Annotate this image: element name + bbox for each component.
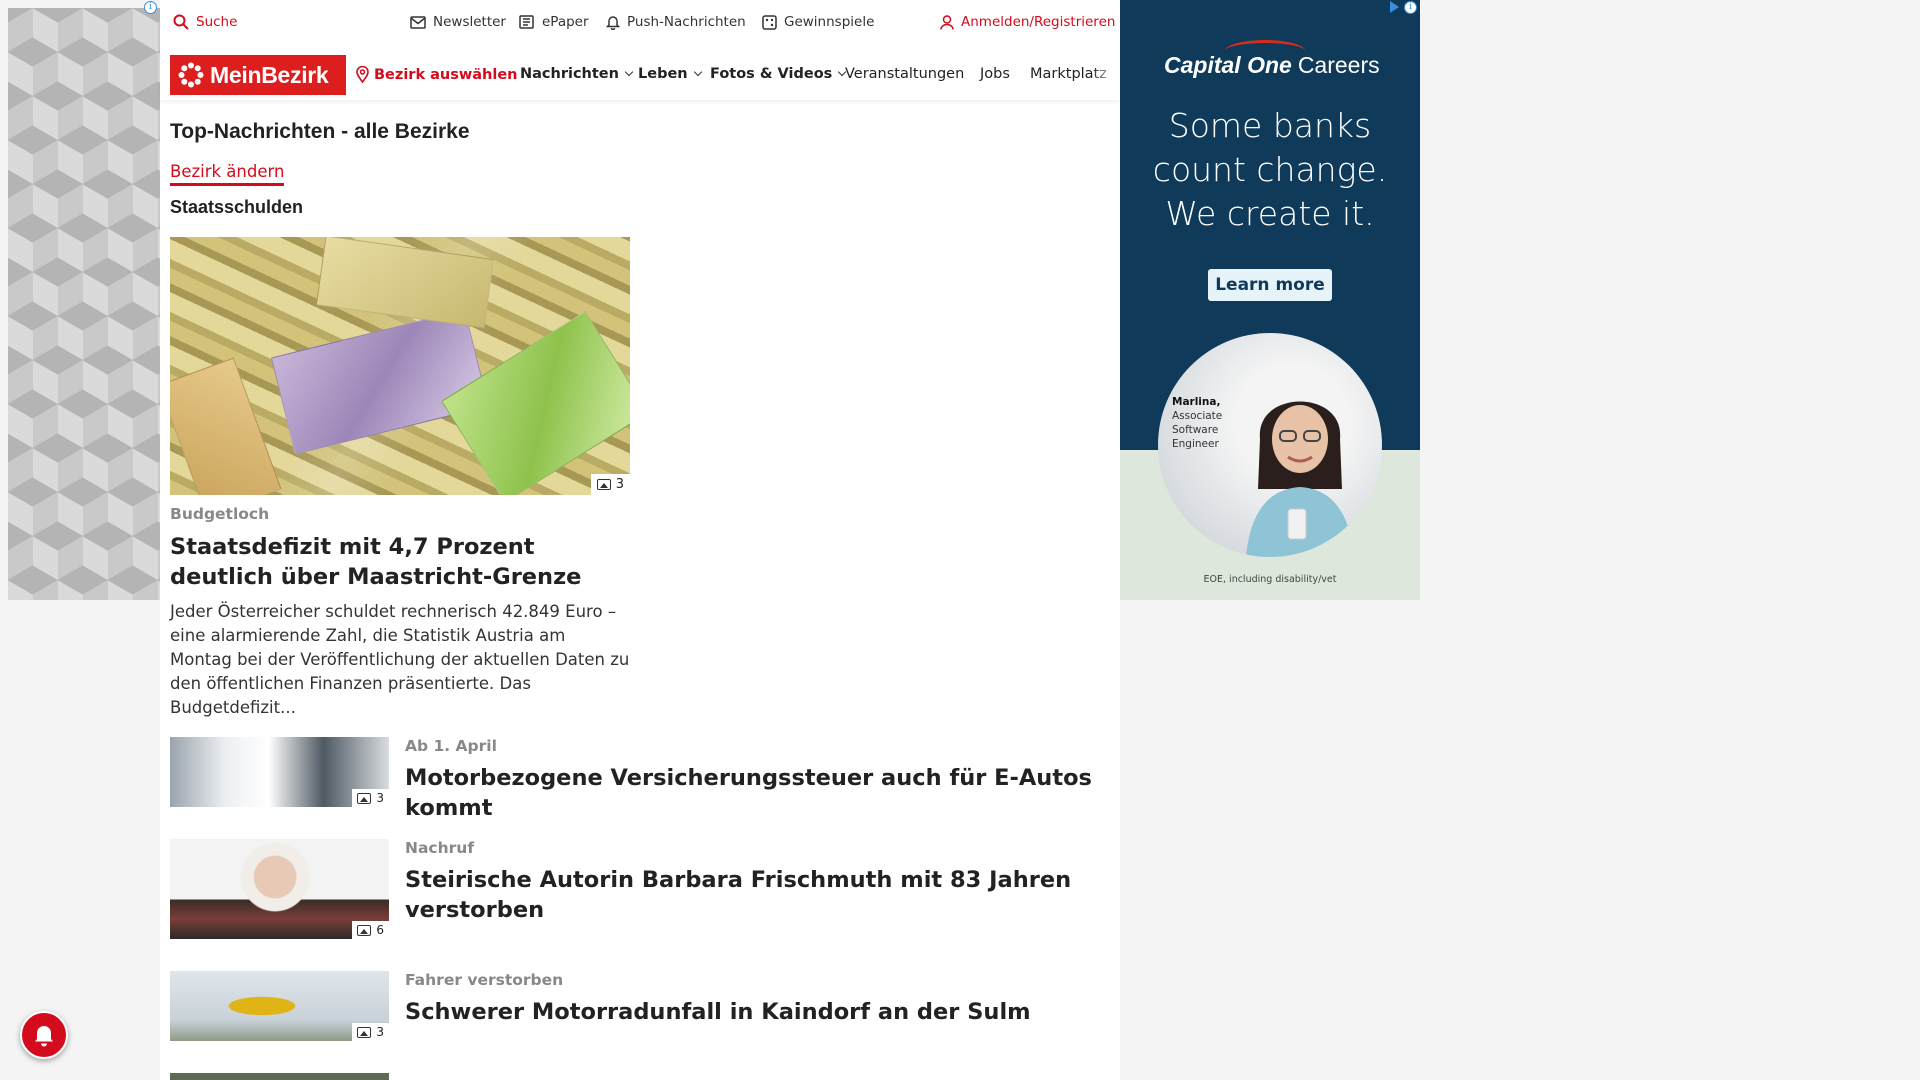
- list-item[interactable]: [170, 1073, 1110, 1080]
- search-label: Suche: [196, 14, 238, 30]
- brand-suffix: Careers: [1297, 52, 1380, 78]
- login-link[interactable]: Anmelden/Registrieren: [940, 14, 1115, 30]
- person-illustration: [1245, 401, 1355, 557]
- nav-events-label: Veranstaltungen: [845, 66, 965, 82]
- image-count-badge: 3: [590, 474, 630, 495]
- top-utility-bar: Suche Newsletter ePaper Push-Nachrichten…: [160, 0, 1120, 46]
- slogan-line: We create it.: [1165, 194, 1375, 233]
- learn-more-button[interactable]: Learn more: [1208, 269, 1332, 301]
- image-count: 6: [376, 923, 384, 937]
- login-label: Anmelden/Registrieren: [961, 14, 1116, 30]
- article-kicker: Ab 1. April: [405, 737, 497, 755]
- gallery-icon: [357, 1026, 372, 1038]
- push-notification-button[interactable]: [20, 1011, 68, 1059]
- user-icon: [940, 14, 954, 30]
- banknote-image: [315, 237, 495, 329]
- article-kicker: Nachruf: [405, 839, 475, 857]
- employee-name: Marlina,: [1172, 396, 1221, 408]
- raffles-label: Gewinnspiele: [784, 14, 875, 30]
- choose-district-button[interactable]: Bezirk auswählen: [356, 66, 518, 83]
- hero-kicker: Budgetloch: [170, 505, 270, 523]
- image-count: 3: [376, 1025, 384, 1039]
- list-item[interactable]: 6 Nachruf Steirische Autorin Barbara Fri…: [170, 839, 1110, 941]
- mail-icon: [410, 15, 426, 29]
- nav-life-label: Leben: [638, 66, 688, 82]
- banknote-image: [270, 309, 490, 455]
- page-title: Top-Nachrichten - alle Bezirke: [170, 120, 470, 143]
- article-thumbnail[interactable]: 6: [170, 839, 389, 939]
- capital-one-logo: Capital One Careers: [1164, 52, 1380, 79]
- ad-disclaimer: EOE, including disability/vet: [1203, 574, 1337, 585]
- image-count-badge: 6: [352, 921, 389, 939]
- article-kicker: Fahrer verstorben: [405, 971, 564, 989]
- nav-overflow-fade: [1092, 50, 1120, 100]
- ad-slogan: Some banks count change. We create it.: [1120, 104, 1420, 236]
- article-headline[interactable]: Schwerer Motorradunfall in Kaindorf an d…: [405, 997, 1115, 1027]
- nav-photos-label: Fotos & Videos: [710, 66, 833, 82]
- logo-flower-icon: [178, 62, 204, 88]
- epaper-label: ePaper: [542, 14, 589, 30]
- adchoices-play-icon[interactable]: [1390, 1, 1399, 13]
- raffles-link[interactable]: Gewinnspiele: [762, 14, 874, 30]
- push-notifications-link[interactable]: Push-Nachrichten: [606, 14, 746, 30]
- capital-one-ad[interactable]: Capital One Careers Some banks count chan…: [1120, 0, 1420, 600]
- banknote-image: [170, 357, 282, 495]
- image-count-badge: 3: [352, 789, 389, 807]
- push-label: Push-Nachrichten: [627, 14, 746, 30]
- article-thumbnail[interactable]: 3: [170, 971, 389, 1041]
- search-link[interactable]: Suche: [173, 14, 237, 30]
- employee-role-line: Software: [1172, 424, 1219, 436]
- gift-icon: [762, 14, 777, 30]
- main-content: Suche Newsletter ePaper Push-Nachrichten…: [160, 0, 1120, 1080]
- hero-article-image[interactable]: 3: [170, 237, 630, 495]
- hero-teaser: Jeder Österreicher schuldet rechnerisch …: [170, 602, 630, 717]
- change-district-link[interactable]: Bezirk ändern: [170, 162, 285, 186]
- chevron-down-icon: [624, 67, 634, 77]
- nav-news[interactable]: Nachrichten: [520, 66, 634, 82]
- epaper-link[interactable]: ePaper: [519, 14, 589, 30]
- gallery-icon: [357, 792, 372, 804]
- chevron-down-icon: [693, 67, 702, 77]
- bell-icon: [606, 15, 620, 30]
- nav-news-label: Nachrichten: [520, 66, 619, 82]
- newsletter-label: Newsletter: [433, 14, 506, 30]
- choose-district-label: Bezirk auswählen: [374, 66, 518, 83]
- ad-info-icon[interactable]: i: [1404, 1, 1417, 14]
- article-headline[interactable]: Motorbezogene Versicherungssteuer auch f…: [405, 763, 1115, 823]
- slogan-line: Some banks: [1168, 106, 1372, 145]
- employee-role-line: Engineer: [1172, 438, 1219, 450]
- nav-jobs[interactable]: Jobs: [980, 66, 1010, 82]
- hero-headline[interactable]: Staatsdefizit mit 4,7 Prozent deutlich ü…: [170, 532, 630, 592]
- bell-icon: [35, 1026, 53, 1047]
- nav-photos-videos[interactable]: Fotos & Videos: [710, 66, 847, 82]
- image-count: 3: [376, 791, 384, 805]
- search-icon: [173, 14, 189, 30]
- image-count-badge: 3: [352, 1023, 389, 1041]
- slogan-line: count change.: [1152, 150, 1388, 189]
- main-navigation: MeinBezirk Bezirk auswählen Nachrichten …: [160, 50, 1120, 100]
- section-title: Staatsschulden: [170, 197, 304, 217]
- ad-info-icon[interactable]: i: [144, 1, 157, 14]
- gallery-icon: [596, 479, 611, 490]
- newsletter-link[interactable]: Newsletter: [410, 14, 506, 30]
- nav-life[interactable]: Leben: [638, 66, 702, 82]
- article-headline[interactable]: Steirische Autorin Barbara Frischmuth mi…: [405, 865, 1115, 925]
- newspaper-icon: [519, 15, 534, 29]
- logo-text: MeinBezirk: [210, 61, 329, 88]
- left-ad-banner[interactable]: [8, 8, 160, 600]
- image-count: 3: [615, 477, 624, 492]
- location-pin-icon: [356, 66, 369, 83]
- nav-jobs-label: Jobs: [980, 66, 1010, 82]
- list-item[interactable]: 3 Ab 1. April Motorbezogene Versicherung…: [170, 737, 1110, 821]
- brand-name: Capital One: [1164, 52, 1292, 78]
- gallery-icon: [357, 924, 372, 936]
- article-thumbnail[interactable]: 3: [170, 737, 389, 807]
- article-thumbnail[interactable]: [170, 1073, 389, 1080]
- meinbezirk-logo[interactable]: MeinBezirk: [170, 55, 346, 95]
- nav-events[interactable]: Veranstaltungen: [845, 66, 964, 82]
- employee-role-line: Associate: [1172, 410, 1223, 422]
- list-item[interactable]: 3 Fahrer verstorben Schwerer Motorradunf…: [170, 971, 1110, 1043]
- employee-caption: Marlina, Associate Software Engineer: [1172, 395, 1222, 451]
